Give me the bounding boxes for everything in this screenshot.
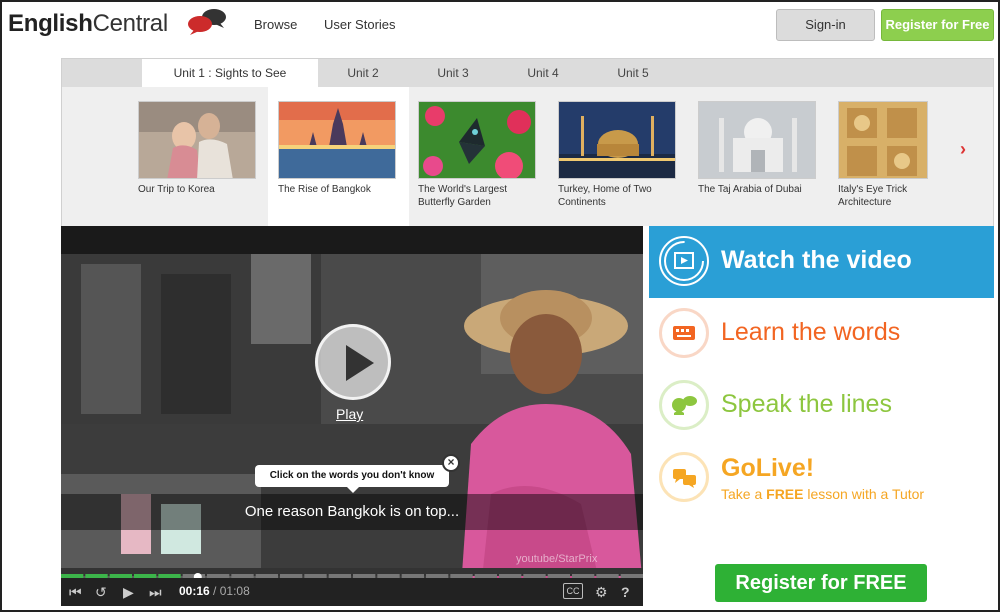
unit-tabs: Unit 1 : Sights to See Unit 2 Unit 3 Uni… [62, 59, 993, 87]
video-title: The Taj Arabia of Dubai [698, 184, 802, 195]
words-tooltip: Click on the words you don't know [255, 465, 449, 493]
player-controls: ⏮ ↺ ▶ ⏭ 00:16 / 01:08 CC ⚙ ? [61, 578, 643, 606]
video-card-italy[interactable]: Italy's Eye Trick Architecture [838, 101, 928, 209]
step-golive-label: GoLive! [721, 454, 815, 482]
video-watermark: youtube/StarPrix [516, 553, 598, 565]
thumbnail-korea [138, 101, 256, 179]
video-title: Our Trip to Korea [138, 184, 215, 195]
thumbnail-taj-dubai [698, 101, 816, 179]
video-title: Italy's Eye Trick Architecture [838, 184, 908, 208]
speech-bubbles-icon [188, 9, 226, 35]
logo-text-english: English [8, 10, 93, 37]
video-card-bangkok[interactable]: The Rise of Bangkok [278, 101, 398, 196]
progress-bar[interactable] [61, 568, 643, 581]
top-bar: EnglishCentral Browse User Stories Sign-… [2, 2, 998, 46]
video-card-korea[interactable]: Our Trip to Korea [138, 101, 258, 196]
register-free-cta-button[interactable]: Register for FREE [715, 564, 927, 602]
thumbnail-turkey [558, 101, 676, 179]
thumbnail-italy [838, 101, 928, 179]
tab-unit-4[interactable]: Unit 4 [508, 59, 578, 87]
video-card-turkey[interactable]: Turkey, Home of Two Continents [558, 101, 678, 209]
subtitle-text[interactable]: One reason Bangkok is on top... [61, 494, 643, 530]
tooltip-close-icon[interactable]: × [442, 454, 460, 472]
closed-captions-button[interactable]: CC [563, 583, 583, 599]
previous-line-icon[interactable]: ⏮ [69, 583, 82, 601]
course-panel: Unit 1 : Sights to See Unit 2 Unit 3 Uni… [61, 58, 994, 226]
golive-subtext: Take a FREE lesson with a Tutor [721, 486, 924, 502]
thumbnail-butterfly [418, 101, 536, 179]
step-speak[interactable]: Speak the lines [649, 370, 994, 442]
golive-sub-post: lesson with a Tutor [803, 486, 925, 502]
sign-in-button[interactable]: Sign-in [776, 9, 875, 41]
tab-unit-1[interactable]: Unit 1 : Sights to See [142, 59, 318, 87]
video-icon [659, 236, 709, 286]
golive-sub-bold: FREE [766, 486, 804, 502]
golive-sub-pre: Take a [721, 486, 767, 502]
play-label[interactable]: Play [336, 406, 363, 422]
video-title: The Rise of Bangkok [278, 184, 371, 195]
video-card-taj-dubai[interactable]: The Taj Arabia of Dubai [698, 101, 818, 196]
play-icon [346, 345, 374, 381]
page: EnglishCentral Browse User Stories Sign-… [0, 0, 1000, 612]
subtitle-bar: One reason Bangkok is on top... [61, 494, 643, 530]
time-current: 00:16 [179, 584, 210, 598]
help-icon[interactable]: ? [621, 583, 630, 601]
video-card-butterfly[interactable]: The World's Largest Butterfly Garden [418, 101, 538, 209]
step-watch-label: Watch the video [721, 246, 912, 274]
video-carousel: Our Trip to Korea The Rise of Bangkok Th… [62, 87, 993, 226]
register-free-button[interactable]: Register for Free [881, 9, 994, 41]
time-duration: / 01:08 [213, 584, 250, 598]
nav-user-stories[interactable]: User Stories [324, 17, 396, 32]
step-golive[interactable]: GoLive! Take a FREE lesson with a Tutor [649, 442, 994, 522]
logo-text-central: Central [92, 10, 169, 37]
keyboard-icon [659, 308, 709, 358]
tab-unit-3[interactable]: Unit 3 [418, 59, 488, 87]
next-line-icon[interactable]: ⏭ [149, 583, 162, 601]
step-speak-label: Speak the lines [721, 390, 892, 418]
video-title: Turkey, Home of Two Continents [558, 184, 652, 208]
tab-unit-5[interactable]: Unit 5 [598, 59, 668, 87]
tab-unit-2[interactable]: Unit 2 [328, 59, 398, 87]
play-small-icon[interactable]: ▶ [123, 583, 134, 601]
speech-icon [659, 380, 709, 430]
time-display: 00:16 / 01:08 [179, 584, 250, 598]
replay-icon[interactable]: ↺ [95, 583, 107, 601]
step-learn-label: Learn the words [721, 318, 901, 346]
nav-browse[interactable]: Browse [254, 17, 297, 32]
thumbnail-bangkok [278, 101, 396, 179]
video-player[interactable]: Play One reason Bangkok is on top... Cli… [61, 226, 643, 606]
step-learn[interactable]: Learn the words [649, 298, 994, 370]
play-button[interactable] [315, 324, 391, 400]
logo[interactable]: EnglishCentral [8, 9, 226, 38]
video-title: The World's Largest Butterfly Garden [418, 184, 507, 208]
carousel-next-icon[interactable]: › [960, 139, 966, 160]
learning-steps: Watch the video Learn the words Speak th… [649, 226, 994, 606]
chat-icon [659, 452, 709, 502]
step-watch[interactable]: Watch the video [649, 226, 994, 298]
settings-gear-icon[interactable]: ⚙ [595, 583, 608, 601]
